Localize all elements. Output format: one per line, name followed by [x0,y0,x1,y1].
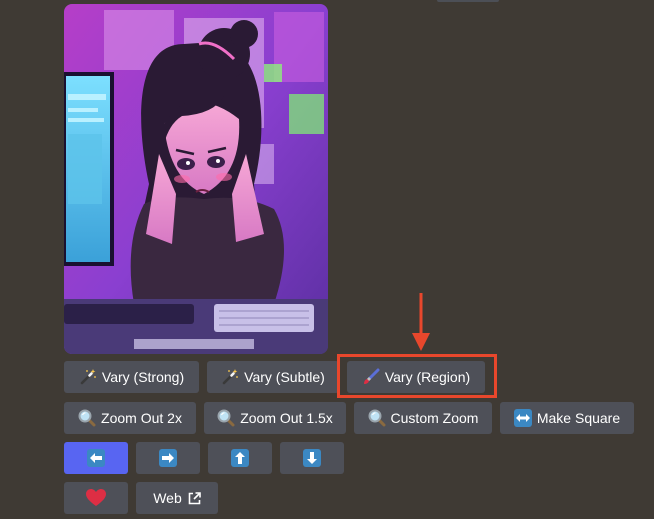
custom-zoom-label: Custom Zoom [390,410,479,426]
arrow-right-icon [159,449,177,467]
arrow-up-icon [231,449,249,467]
pan-right-button[interactable] [136,442,200,474]
magnifier-icon [368,409,386,427]
zoom-out-1-5x-label: Zoom Out 1.5x [240,410,333,426]
favorite-button[interactable] [64,482,128,514]
external-link-icon [188,491,201,505]
generated-image[interactable] [64,4,328,354]
paintbrush-icon [362,368,380,386]
zoom-out-2x-button[interactable]: Zoom Out 2x [64,402,196,434]
web-link-label: Web [153,490,182,506]
custom-zoom-button[interactable]: Custom Zoom [354,402,492,434]
magic-wand-icon [79,368,97,386]
vary-subtle-button[interactable]: Vary (Subtle) [207,361,339,393]
previous-message-edge [437,0,499,2]
arrow-down-icon [303,449,321,467]
vary-region-label: Vary (Region) [384,369,471,385]
make-square-button[interactable]: Make Square [500,402,634,434]
pan-left-button[interactable] [64,442,128,474]
vary-subtle-label: Vary (Subtle) [244,369,325,385]
magnifier-icon [78,409,96,427]
arrow-left-icon [87,449,105,467]
make-square-label: Make Square [536,410,621,426]
zoom-out-2x-label: Zoom Out 2x [101,410,182,426]
pan-down-button[interactable] [280,442,344,474]
web-link-button[interactable]: Web [136,482,218,514]
magic-wand-icon [221,368,239,386]
vary-strong-label: Vary (Strong) [101,369,185,385]
vary-strong-button[interactable]: Vary (Strong) [64,361,199,393]
annotation-arrow-icon [409,293,433,353]
heart-icon [86,489,106,507]
pan-up-button[interactable] [208,442,272,474]
vary-region-button[interactable]: Vary (Region) [347,361,485,393]
zoom-out-1-5x-button[interactable]: Zoom Out 1.5x [204,402,346,434]
left-right-arrow-icon [513,409,532,427]
magnifier-icon [217,409,235,427]
